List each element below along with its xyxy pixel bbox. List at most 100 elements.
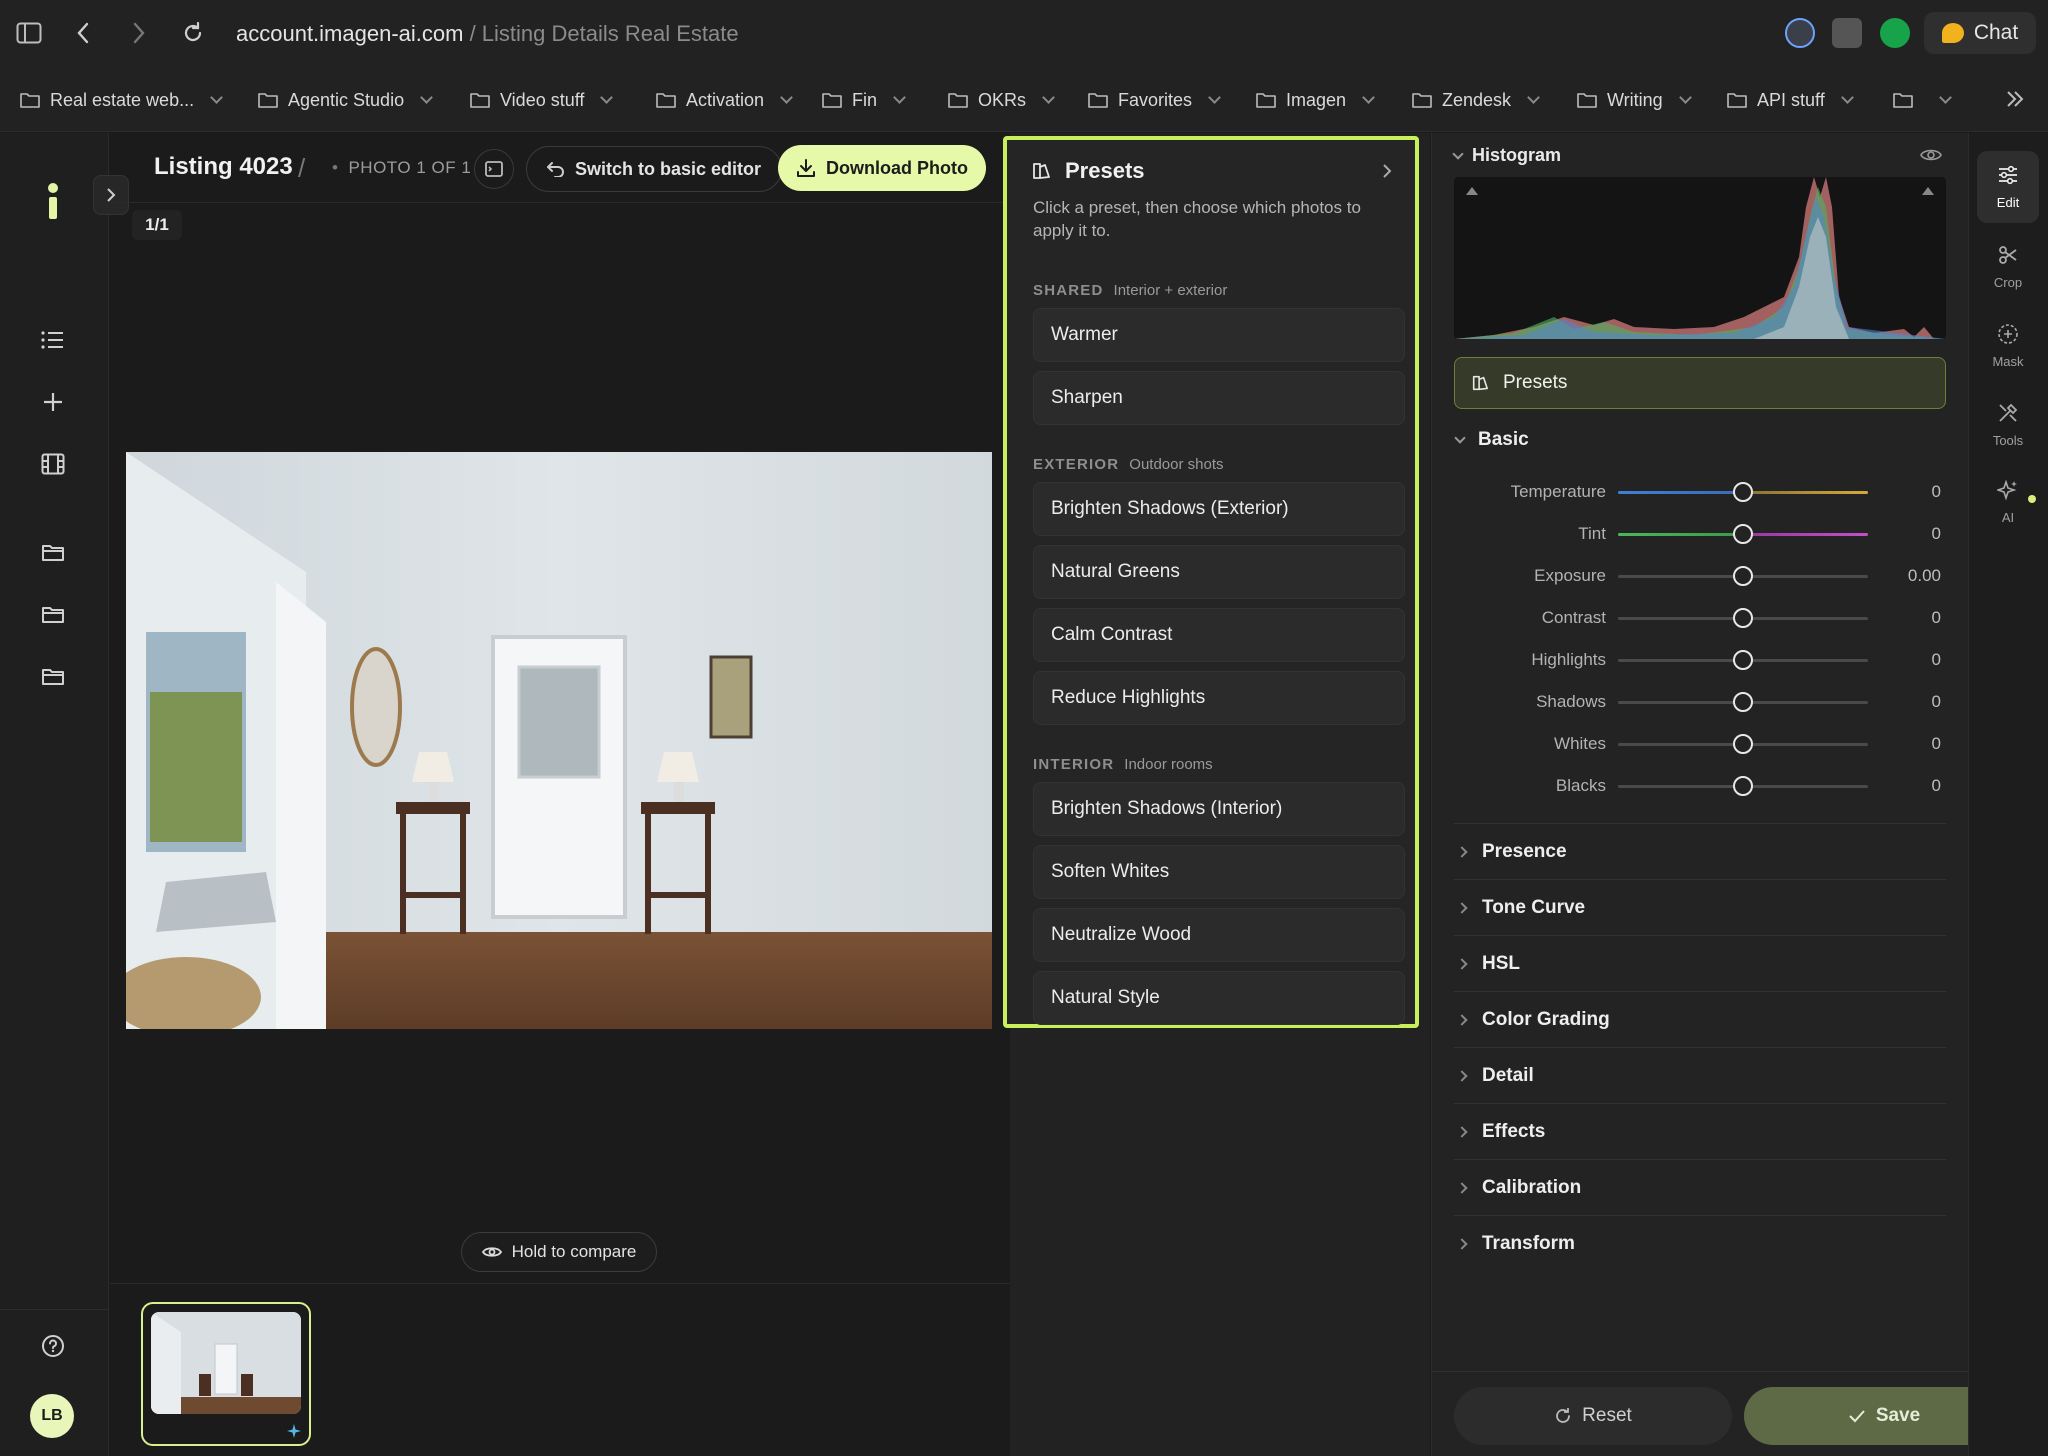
- plus-icon[interactable]: [34, 383, 72, 421]
- presets-description: Click a preset, then choose which photos…: [1033, 198, 1361, 240]
- preset-item[interactable]: Warmer: [1033, 308, 1405, 362]
- slider-value[interactable]: 0: [1932, 692, 1941, 712]
- section-hsl[interactable]: HSL: [1454, 935, 1946, 991]
- forward-icon[interactable]: [124, 18, 154, 48]
- slider-handle[interactable]: [1733, 608, 1753, 628]
- bookmark-folder[interactable]: Imagen: [1256, 87, 1375, 113]
- slider-value[interactable]: 0.00: [1908, 566, 1941, 586]
- slider-handle[interactable]: [1733, 482, 1753, 502]
- slider-label: Exposure: [1534, 566, 1606, 585]
- preset-section-name: INTERIOR: [1033, 756, 1115, 773]
- slider-handle[interactable]: [1733, 524, 1753, 544]
- main-photo[interactable]: [126, 452, 992, 1029]
- more-bookmarks-icon[interactable]: [2000, 84, 2030, 114]
- bookmark-folder[interactable]: Real estate web...: [20, 87, 223, 113]
- photo-info-button[interactable]: [474, 149, 514, 189]
- tool-ai[interactable]: AI: [1977, 466, 2039, 538]
- histogram-header[interactable]: Histogram: [1452, 145, 1561, 166]
- tool-edit[interactable]: Edit: [1977, 151, 2039, 223]
- preset-section-name: EXTERIOR: [1033, 456, 1120, 473]
- hold-to-compare-button[interactable]: Hold to compare: [461, 1232, 657, 1272]
- download-icon: [797, 159, 815, 177]
- sidebar-toggle-icon[interactable]: [14, 18, 44, 48]
- tool-label: Edit: [1996, 195, 2020, 210]
- photo-thumbnail[interactable]: [141, 1302, 311, 1446]
- slider-label: Blacks: [1555, 776, 1606, 795]
- avatar[interactable]: LB: [30, 1394, 74, 1438]
- presets-collapse-button[interactable]: [1381, 162, 1393, 185]
- slider-value[interactable]: 0: [1932, 734, 1941, 754]
- reset-button[interactable]: Reset: [1454, 1387, 1732, 1445]
- address-bar[interactable]: account.imagen-ai.com / Listing Details …: [236, 19, 739, 49]
- slider-handle[interactable]: [1733, 734, 1753, 754]
- film-icon[interactable]: [34, 445, 72, 483]
- download-photo-button[interactable]: Download Photo: [778, 145, 986, 191]
- slider-handle[interactable]: [1733, 776, 1753, 796]
- chat-button[interactable]: Chat: [1924, 12, 2036, 54]
- slider-value[interactable]: 0: [1932, 650, 1941, 670]
- preset-item[interactable]: Neutralize Wood: [1033, 908, 1405, 962]
- folder-icon[interactable]: [34, 595, 72, 633]
- slider-handle[interactable]: [1733, 566, 1753, 586]
- crop-icon: [1997, 244, 2019, 269]
- reload-icon[interactable]: [178, 18, 208, 48]
- bookmark-folder[interactable]: Favorites: [1088, 87, 1221, 113]
- section-color-grading[interactable]: Color Grading: [1454, 991, 1946, 1047]
- preset-item[interactable]: Calm Contrast: [1033, 608, 1405, 662]
- slider-exposure: Exposure 0.00: [1432, 560, 1969, 592]
- chevron-down-icon: [1208, 90, 1221, 104]
- shadow-clip-indicator[interactable]: [1466, 187, 1478, 195]
- tool-crop[interactable]: Crop: [1977, 231, 2039, 303]
- tool-tools[interactable]: Tools: [1977, 389, 2039, 461]
- section-effects[interactable]: Effects: [1454, 1103, 1946, 1159]
- chevron-right-icon: [1456, 957, 1468, 970]
- preset-item[interactable]: Brighten Shadows (Interior): [1033, 782, 1405, 836]
- slider-value[interactable]: 0: [1932, 524, 1941, 544]
- folder-icon[interactable]: [34, 533, 72, 571]
- back-icon[interactable]: [68, 18, 98, 48]
- edit-panel: Histogram Presets Basic Reset Save Tempe…: [1431, 133, 2024, 1456]
- section-tone-curve[interactable]: Tone Curve: [1454, 879, 1946, 935]
- chat-icon: [1941, 23, 1964, 43]
- logo-icon[interactable]: [34, 183, 72, 221]
- highlight-clip-indicator[interactable]: [1922, 187, 1934, 195]
- preset-item[interactable]: Sharpen: [1033, 371, 1405, 425]
- chevron-down-icon: [1452, 147, 1464, 160]
- grammarly-icon[interactable]: [1880, 18, 1910, 48]
- slider-handle[interactable]: [1733, 650, 1753, 670]
- presets-title: Presets: [1065, 158, 1145, 183]
- slider-value[interactable]: 0: [1932, 776, 1941, 796]
- folder-icon: [470, 93, 490, 108]
- preset-item[interactable]: Brighten Shadows (Exterior): [1033, 482, 1405, 536]
- preset-item[interactable]: Natural Style: [1033, 971, 1405, 1025]
- section-presence[interactable]: Presence: [1454, 823, 1946, 879]
- bookmark-folder[interactable]: API stuff: [1727, 87, 1854, 113]
- slider-value[interactable]: 0: [1932, 482, 1941, 502]
- tool-mask[interactable]: Mask: [1977, 310, 2039, 382]
- preset-item[interactable]: Soften Whites: [1033, 845, 1405, 899]
- section-detail[interactable]: Detail: [1454, 1047, 1946, 1103]
- help-icon[interactable]: [34, 1327, 72, 1365]
- bookmark-folder[interactable]: Fin: [822, 87, 906, 113]
- list-icon[interactable]: [34, 321, 72, 359]
- slider-handle[interactable]: [1733, 692, 1753, 712]
- bookmark-folder[interactable]: Writing: [1577, 87, 1692, 113]
- section-transform[interactable]: Transform: [1454, 1215, 1946, 1271]
- presets-toggle-button[interactable]: Presets: [1454, 357, 1946, 409]
- switch-to-basic-editor-button[interactable]: Switch to basic editor: [526, 146, 782, 192]
- bookmark-folder[interactable]: Activation: [656, 87, 793, 113]
- histogram-visibility-button[interactable]: [1920, 147, 1942, 168]
- section-calibration[interactable]: Calibration: [1454, 1159, 1946, 1215]
- extension-icon[interactable]: [1785, 18, 1815, 48]
- bookmark-folder[interactable]: Video stuff: [470, 87, 614, 113]
- bookmark-folder[interactable]: Agentic Studio: [258, 87, 433, 113]
- preset-item[interactable]: Natural Greens: [1033, 545, 1405, 599]
- preset-item[interactable]: Reduce Highlights: [1033, 671, 1405, 725]
- bookmark-folder[interactable]: [1893, 87, 1952, 113]
- folder-icon[interactable]: [34, 657, 72, 695]
- slider-value[interactable]: 0: [1932, 608, 1941, 628]
- bookmark-folder[interactable]: OKRs: [948, 87, 1055, 113]
- basic-section-header[interactable]: Basic: [1454, 429, 1529, 451]
- extension-icon[interactable]: [1832, 18, 1862, 48]
- bookmark-folder[interactable]: Zendesk: [1412, 87, 1540, 113]
